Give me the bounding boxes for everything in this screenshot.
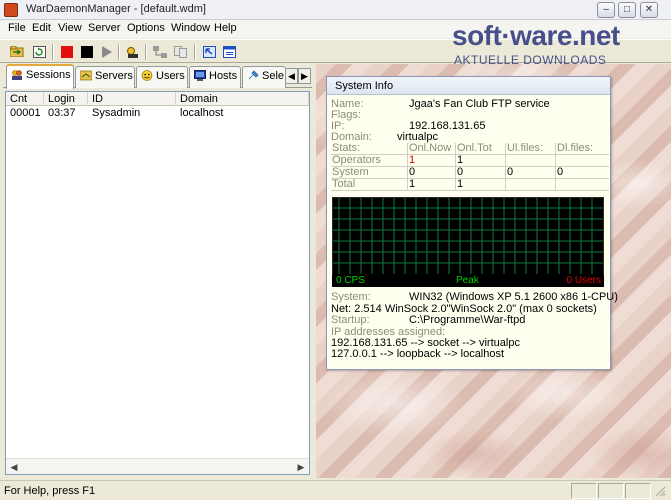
menu-server[interactable]: Server (88, 22, 120, 34)
open-folder-icon[interactable] (8, 43, 26, 60)
app-icon (4, 3, 18, 17)
stats-cell (555, 179, 609, 191)
list-header: Cnt Login ID Domain (6, 92, 309, 106)
sessions-icon (12, 70, 22, 80)
stats-cell: 0 (555, 167, 609, 179)
user-key-icon[interactable] (124, 43, 142, 60)
startup-row: Startup: C:\Programme\War-ftpd (331, 314, 525, 326)
status-panel (598, 483, 624, 499)
stop-icon[interactable] (78, 43, 96, 60)
stop-red-icon[interactable] (58, 43, 76, 60)
stats-cell: Total (332, 178, 356, 190)
tab-users[interactable]: Users (136, 66, 188, 88)
stats-cell: 1 (407, 179, 455, 191)
menu-window[interactable]: Window (171, 22, 210, 34)
close-button[interactable]: ✕ (640, 2, 658, 18)
sessions-pane: Sessions Servers Users Hosts Sele ◀ ▶ Cn… (3, 64, 312, 475)
resize-grip-icon[interactable] (652, 483, 668, 499)
servers-icon (80, 70, 92, 81)
startup-label: Startup: (331, 314, 370, 326)
col-login[interactable]: Login (44, 92, 88, 106)
menu-edit[interactable]: Edit (32, 22, 51, 34)
sessions-list[interactable]: Cnt Login ID Domain 00001 03:37 Sysadmin… (5, 91, 310, 475)
status-bar: For Help, press F1 (0, 480, 671, 500)
graph-legend: 0 CPS Peak 0 Users (332, 275, 604, 287)
graph-peak-label: Peak (456, 275, 479, 286)
system-row: System: WIN32 (Windows XP 5.1 2600 x86 1… (331, 291, 618, 303)
title-bar: WarDaemonManager - [default.wdm] – □ ✕ (0, 0, 671, 20)
menu-options[interactable]: Options (127, 22, 165, 34)
menu-help[interactable]: Help (214, 22, 237, 34)
maximize-button[interactable]: □ (618, 2, 636, 18)
stats-row-operators: Operators 1 1 (331, 155, 609, 167)
col-cnt[interactable]: Cnt (6, 92, 44, 106)
horizontal-scrollbar[interactable]: ◀ ▶ (6, 458, 309, 474)
tab-hosts-label: Hosts (209, 70, 238, 82)
tab-servers-label: Servers (95, 70, 133, 82)
col-domain[interactable]: Domain (176, 92, 309, 106)
table-row[interactable]: 00001 03:37 Sysadmin localhost (6, 107, 309, 120)
tab-scroll-right-icon[interactable]: ▶ (298, 68, 311, 84)
startup-value: C:\Programme\War-ftpd (409, 314, 526, 326)
status-panel (625, 483, 651, 499)
play-icon[interactable] (98, 43, 116, 60)
scroll-right-icon[interactable]: ▶ (294, 460, 308, 474)
ip-line-value: 127.0.0.1 --> loopback --> localhost (331, 348, 505, 360)
stats-header: Dl.files: (555, 143, 609, 155)
tab-select-label: Sele (262, 70, 285, 82)
menu-file[interactable]: File (8, 22, 26, 34)
system-label: System: (331, 291, 371, 303)
col-id[interactable]: ID (88, 92, 176, 106)
help-pointer-icon[interactable] (200, 43, 218, 60)
cell-login: 03:37 (48, 107, 76, 119)
tab-strip: Sessions Servers Users Hosts Sele ◀ ▶ (3, 64, 312, 89)
select-icon (248, 70, 259, 80)
tab-hosts[interactable]: Hosts (189, 66, 241, 88)
refresh-icon[interactable] (30, 43, 48, 60)
documents-icon[interactable] (172, 43, 190, 60)
users-icon (141, 70, 153, 81)
window-title: WarDaemonManager - [default.wdm] (26, 3, 206, 15)
cell-id: Sysadmin (92, 107, 141, 119)
stats-row-total: Total 1 1 (331, 179, 609, 191)
scroll-left-icon[interactable]: ◀ (7, 460, 21, 474)
stats-cell: 0 (505, 167, 555, 179)
tab-servers[interactable]: Servers (75, 66, 135, 88)
cell-cnt: 00001 (10, 107, 41, 119)
name-value: Jgaa's Fan Club FTP service (409, 98, 550, 110)
system-value: WIN32 (Windows XP 5.1 2600 x86 1-CPU) (409, 291, 618, 303)
stats-row-system: System 0 0 0 0 (331, 167, 609, 179)
minimize-button[interactable]: – (597, 2, 615, 18)
stats-header: Ul.files: (505, 143, 555, 155)
tab-scroll-left-icon[interactable]: ◀ (285, 68, 298, 84)
graph-users-label: 0 Users (566, 275, 601, 286)
traffic-graph (332, 197, 604, 287)
tab-select[interactable]: Sele (242, 66, 286, 88)
graph-cps-label: 0 CPS (336, 275, 365, 286)
system-info-title: System Info (327, 77, 610, 95)
stats-cell (555, 155, 609, 167)
tab-sessions[interactable]: Sessions (6, 64, 74, 89)
watermark-brand: soft·ware.net (452, 20, 620, 51)
hosts-icon (194, 70, 206, 81)
status-text: For Help, press F1 (4, 485, 96, 497)
window-icon[interactable] (220, 43, 238, 60)
network-icon[interactable] (151, 43, 169, 60)
tab-scroll: ◀ ▶ (285, 68, 311, 84)
menu-view[interactable]: View (58, 22, 82, 34)
stats-cell (505, 179, 555, 191)
watermark-logo: soft·ware.net AKTUELLE DOWNLOADS (452, 20, 671, 68)
tab-users-label: Users (156, 70, 185, 82)
tab-sessions-label: Sessions (26, 69, 71, 81)
cell-domain: localhost (180, 107, 224, 119)
stats-cell: 1 (455, 179, 505, 191)
ip-line: 127.0.0.1 --> loopback --> localhost (331, 348, 504, 360)
status-panel (571, 483, 597, 499)
